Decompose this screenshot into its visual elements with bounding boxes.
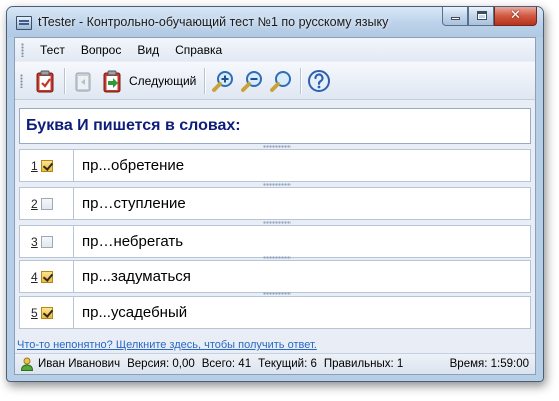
zoom-reset-button[interactable] bbox=[267, 66, 294, 96]
splitter-handle[interactable] bbox=[263, 292, 291, 295]
answer-text: пр...усадебный bbox=[82, 304, 188, 321]
answer-number: 4 bbox=[31, 269, 38, 284]
next-button-label[interactable]: Следующий bbox=[129, 74, 196, 88]
answer-row-3[interactable]: 3 пр…небрегать bbox=[19, 225, 531, 258]
answer-number: 5 bbox=[31, 305, 38, 320]
status-version: Версия: 0,00 bbox=[127, 358, 195, 370]
answer-checkbox[interactable] bbox=[41, 270, 53, 283]
answer-number-box[interactable]: 1 bbox=[20, 150, 74, 181]
status-bar: Иван Иванович Версия: 0,00 Всего: 41 Тек… bbox=[15, 353, 535, 374]
question-panel: Буква И пишется в словах: bbox=[19, 108, 531, 144]
answer-row-4[interactable]: 4 пр...задуматься bbox=[19, 260, 531, 293]
splitter-handle[interactable] bbox=[263, 145, 291, 148]
menu-question[interactable]: Вопрос bbox=[73, 40, 130, 60]
zoom-reset-icon bbox=[269, 70, 291, 92]
menu-bar: Тест Вопрос Вид Справка bbox=[15, 38, 535, 61]
title-bar[interactable]: tTester - Контрольно-обучающий тест №1 п… bbox=[7, 7, 543, 37]
toolbar-separator bbox=[300, 67, 302, 94]
answer-checkbox[interactable] bbox=[41, 197, 53, 210]
answer-number-box[interactable]: 4 bbox=[20, 261, 74, 292]
answer-number: 1 bbox=[31, 158, 38, 173]
menu-view[interactable]: Вид bbox=[129, 40, 167, 60]
answer-row-1[interactable]: 1 пр...обретение bbox=[19, 149, 531, 182]
help-icon bbox=[307, 69, 330, 92]
check-test-button[interactable] bbox=[31, 66, 58, 96]
zoom-out-icon bbox=[240, 70, 262, 92]
answer-row-5[interactable]: 5 пр...усадебный bbox=[19, 296, 531, 329]
menu-test[interactable]: Тест bbox=[32, 40, 73, 60]
question-text: Буква И пишется в словах: bbox=[26, 117, 241, 134]
answer-number-box[interactable]: 3 bbox=[20, 226, 74, 257]
status-total: Всего: 41 bbox=[201, 358, 252, 370]
test-check-icon bbox=[36, 70, 53, 92]
prev-question-icon bbox=[75, 72, 90, 91]
answer-checkbox[interactable] bbox=[41, 235, 53, 248]
toolbar-separator bbox=[204, 67, 206, 94]
zoom-in-icon bbox=[211, 70, 233, 92]
maximize-icon bbox=[477, 11, 487, 20]
status-correct: Правильных: 1 bbox=[323, 358, 404, 370]
zoom-out-button[interactable] bbox=[238, 66, 265, 96]
help-button[interactable] bbox=[305, 66, 332, 96]
window-title: tTester - Контрольно-обучающий тест №1 п… bbox=[38, 15, 389, 29]
toolbar: Следующий bbox=[15, 62, 535, 100]
answer-checkbox[interactable] bbox=[41, 306, 53, 319]
answer-number-box[interactable]: 5 bbox=[20, 297, 74, 328]
hint-link[interactable]: Что-то непонятно? Щелкните здесь, чтобы … bbox=[17, 339, 317, 351]
minimize-icon bbox=[451, 17, 460, 20]
answer-number: 2 bbox=[31, 196, 38, 211]
status-time: Время: 1:59:00 bbox=[449, 358, 529, 370]
answer-number: 3 bbox=[31, 234, 38, 249]
answer-number-box[interactable]: 2 bbox=[20, 188, 74, 219]
app-icon[interactable] bbox=[16, 16, 32, 30]
menu-grip[interactable] bbox=[21, 42, 24, 57]
splitter-handle[interactable] bbox=[263, 183, 291, 186]
client-area: Тест Вопрос Вид Справка Следующий Буква … bbox=[14, 37, 536, 375]
next-question-button[interactable] bbox=[98, 66, 125, 96]
answer-row-2[interactable]: 2 пр…ступление bbox=[19, 187, 531, 220]
status-current: Текущий: 6 bbox=[258, 358, 317, 370]
answer-checkbox[interactable] bbox=[41, 159, 53, 172]
next-question-icon bbox=[103, 70, 120, 92]
maximize-button[interactable] bbox=[468, 7, 494, 26]
toolbar-separator bbox=[64, 67, 65, 94]
answer-text: пр...задуматься bbox=[82, 268, 191, 285]
app-window: tTester - Контрольно-обучающий тест №1 п… bbox=[6, 6, 544, 382]
answer-text: пр...обретение bbox=[82, 157, 185, 174]
toolbar-grip[interactable] bbox=[20, 73, 23, 88]
minimize-button[interactable] bbox=[442, 7, 468, 26]
status-user: Иван Иванович bbox=[38, 358, 121, 370]
splitter-handle[interactable] bbox=[263, 221, 291, 224]
close-icon: ✕ bbox=[510, 8, 521, 23]
close-button[interactable]: ✕ bbox=[494, 7, 537, 26]
menu-help[interactable]: Справка bbox=[167, 40, 230, 60]
zoom-in-button[interactable] bbox=[209, 66, 236, 96]
answer-text: пр…ступление bbox=[82, 195, 186, 212]
splitter-handle[interactable] bbox=[263, 256, 291, 259]
prev-question-button[interactable] bbox=[69, 66, 96, 96]
caption-buttons: ✕ bbox=[442, 7, 537, 27]
user-icon bbox=[20, 357, 34, 371]
answer-text: пр…небрегать bbox=[82, 233, 184, 250]
